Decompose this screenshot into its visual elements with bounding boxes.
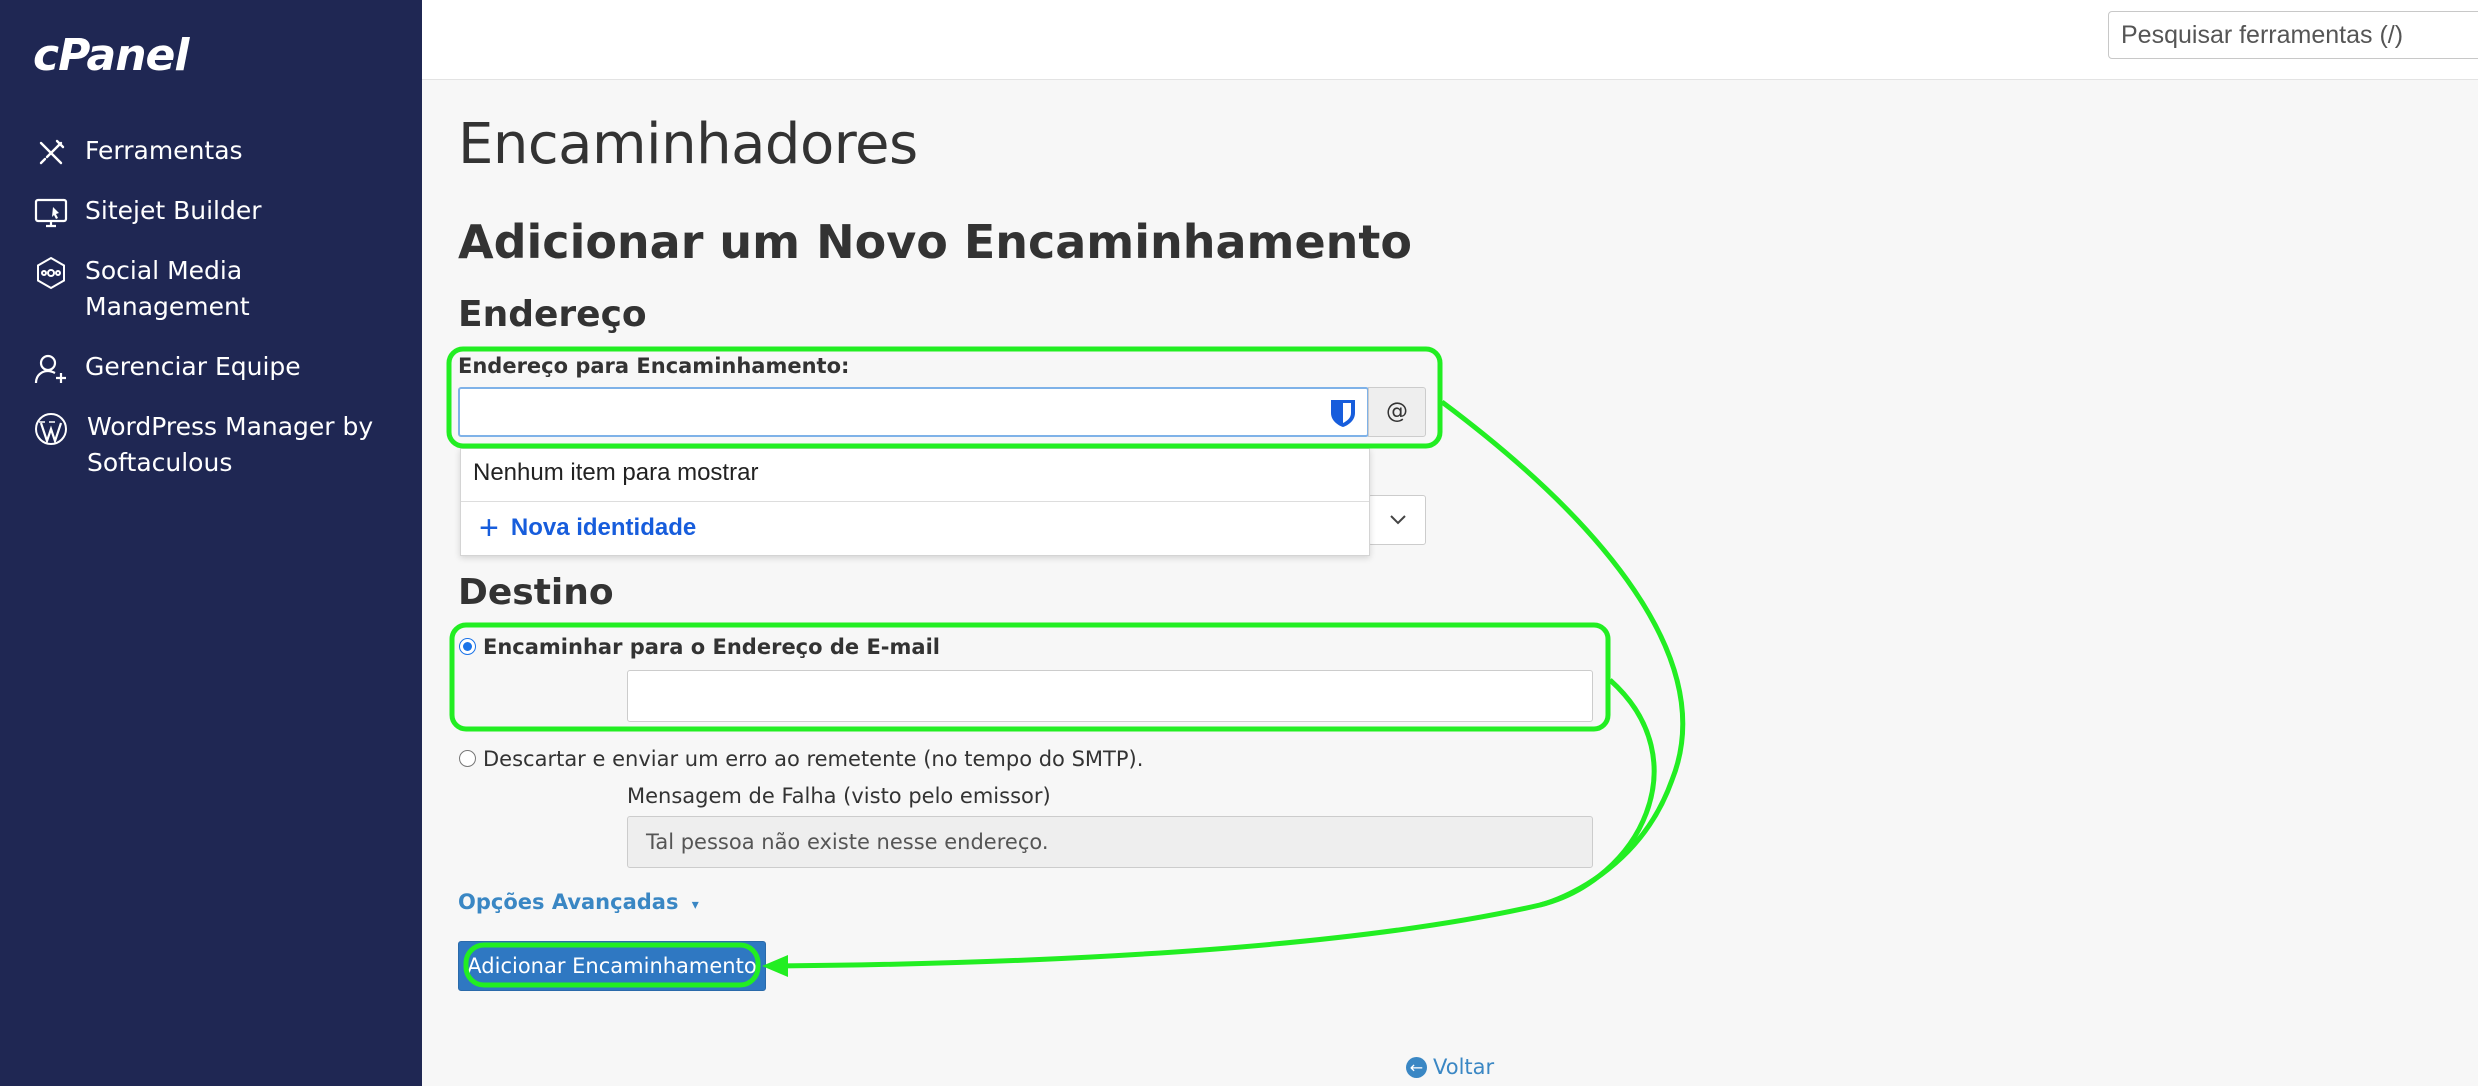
- autofill-dropdown: Nenhum item para mostrar + Nova identida…: [460, 448, 1370, 556]
- forward-option-label[interactable]: Encaminhar para o Endereço de E-mail: [483, 635, 940, 659]
- back-link-label: Voltar: [1433, 1055, 1495, 1079]
- sidebar-item-label: Sitejet Builder: [85, 196, 262, 225]
- caret-down-icon: ▾: [691, 897, 699, 913]
- sidebar-item-wordpress[interactable]: WordPress Manager by Softaculous: [0, 409, 422, 481]
- back-link[interactable]: ← Voltar: [1406, 1055, 1494, 1079]
- forward-radio[interactable]: [459, 638, 476, 655]
- discard-option-label[interactable]: Descartar e enviar um erro ao remetente …: [483, 747, 1143, 771]
- sidebar: cPanel Ferramentas Sitejet Builder Socia…: [0, 0, 422, 1086]
- failure-message-label: Mensagem de Falha (visto pelo emissor): [627, 784, 1051, 808]
- section-title: Adicionar um Novo Encaminhamento: [458, 215, 1413, 269]
- address-input[interactable]: [458, 387, 1369, 437]
- sidebar-item-label: WordPress Manager by Softaculous: [87, 412, 374, 477]
- advanced-options-link[interactable]: Opções Avançadas ▾: [458, 890, 699, 914]
- cpanel-logo[interactable]: cPanel: [33, 30, 189, 81]
- page-title: Encaminhadores: [458, 112, 918, 177]
- search-input[interactable]: Pesquisar ferramentas (/): [2108, 11, 2478, 59]
- chevron-down-icon: [1390, 515, 1406, 525]
- discard-radio[interactable]: [459, 750, 476, 767]
- autofill-empty-text: Nenhum item para mostrar: [473, 459, 759, 486]
- sidebar-item-ferramentas[interactable]: Ferramentas: [0, 133, 422, 171]
- destination-heading: Destino: [458, 572, 614, 613]
- sidebar-item-social-media[interactable]: Social Media Management: [0, 253, 422, 325]
- forward-email-input[interactable]: [627, 670, 1593, 722]
- user-add-icon: [34, 354, 66, 384]
- plus-icon: +: [479, 509, 499, 547]
- address-heading: Endereço: [458, 294, 647, 335]
- bitwarden-shield-icon[interactable]: [1329, 398, 1357, 428]
- new-identity-label: Nova identidade: [510, 514, 697, 541]
- monitor-icon: [34, 198, 68, 228]
- advanced-options-label: Opções Avançadas: [458, 890, 679, 914]
- wordpress-icon: [35, 413, 67, 445]
- sidebar-item-label: Ferramentas: [85, 136, 243, 165]
- sidebar-item-label: Gerenciar Equipe: [85, 352, 301, 381]
- new-identity-button[interactable]: + Nova identidade: [479, 509, 697, 547]
- divider: [461, 501, 1369, 502]
- arrow-left-circle-icon: ←: [1406, 1056, 1427, 1078]
- sidebar-item-gerenciar-equipe[interactable]: Gerenciar Equipe: [0, 349, 422, 387]
- sidebar-item-sitejet[interactable]: Sitejet Builder: [0, 193, 422, 231]
- social-hub-icon: [37, 256, 65, 290]
- domain-select[interactable]: [1368, 495, 1426, 545]
- add-forwarder-button[interactable]: Adicionar Encaminhamento: [458, 941, 766, 991]
- address-label: Endereço para Encaminhamento:: [458, 354, 850, 378]
- failure-message-input[interactable]: Tal pessoa não existe nesse endereço.: [627, 816, 1593, 868]
- sidebar-item-label: Social Media Management: [85, 256, 250, 321]
- domain-at-addon: @: [1368, 387, 1426, 437]
- tools-icon: [39, 139, 65, 165]
